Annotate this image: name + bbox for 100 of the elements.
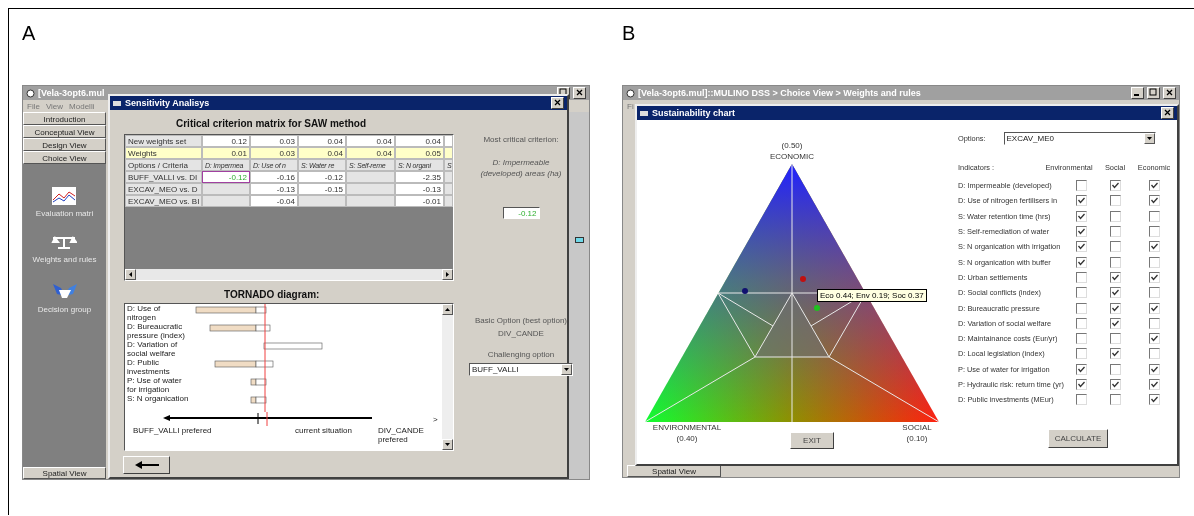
checkbox[interactable] — [1075, 195, 1087, 207]
checkbox[interactable] — [1148, 256, 1160, 268]
caret-icon — [564, 368, 569, 371]
checkbox[interactable] — [1148, 271, 1160, 283]
checkbox[interactable] — [1075, 226, 1087, 238]
tornado-bar — [250, 378, 267, 386]
checkbox[interactable] — [1075, 317, 1087, 329]
checkbox[interactable] — [1109, 379, 1121, 390]
checkbox[interactable] — [1148, 210, 1160, 222]
checkbox[interactable] — [1148, 302, 1160, 314]
checkbox[interactable] — [1148, 226, 1160, 238]
axis-label: BUFF_VALLI prefered — [133, 426, 213, 437]
table-cell: 0.04 — [395, 135, 444, 147]
tool-label[interactable]: Decision group — [37, 305, 92, 314]
axis-label: SOCIAL — [902, 422, 932, 433]
nav-tab[interactable]: Conceptual View — [23, 125, 106, 138]
checkbox[interactable] — [1075, 271, 1087, 283]
checkbox[interactable] — [1148, 287, 1160, 299]
right-arrow-icon[interactable] — [446, 272, 449, 277]
checkbox[interactable] — [1075, 363, 1087, 375]
panel-label: B — [622, 21, 637, 45]
line-chart-icon[interactable] — [51, 186, 78, 206]
criterion-name: D: Impermeable (developed) areas (ha) — [479, 157, 563, 179]
marker-icon — [574, 237, 584, 243]
checkbox[interactable] — [1148, 317, 1160, 329]
checkbox[interactable] — [1075, 180, 1087, 192]
checkbox[interactable] — [1109, 180, 1121, 192]
checkbox[interactable] — [1109, 210, 1121, 222]
checkbox[interactable] — [1148, 241, 1160, 253]
checkbox[interactable] — [1148, 333, 1160, 345]
app-icon — [113, 99, 122, 107]
dialog-title: Sustainability chart — [652, 108, 736, 118]
checkbox[interactable] — [1075, 287, 1087, 299]
arrow-left-icon — [133, 460, 160, 470]
exit-button[interactable]: EXIT — [790, 432, 834, 449]
back-button[interactable] — [123, 456, 170, 474]
balance-scale-icon[interactable] — [51, 234, 78, 252]
checkbox[interactable] — [1075, 210, 1087, 222]
close-icon[interactable] — [1163, 87, 1176, 99]
checkbox[interactable] — [1148, 348, 1160, 360]
nav-tab[interactable]: Spatial View — [23, 467, 106, 479]
tool-label[interactable]: Weights and rules — [32, 255, 97, 264]
caret-icon — [1146, 137, 1152, 140]
checkbox[interactable] — [1109, 348, 1121, 360]
nav-tab[interactable]: Introduction — [23, 112, 106, 125]
checkbox[interactable] — [1075, 333, 1087, 345]
checkbox[interactable] — [1075, 241, 1087, 253]
table-cell: 0.03 — [250, 147, 298, 159]
criterion-label: S: N organication — [127, 394, 190, 405]
down-arrow-icon[interactable] — [445, 443, 450, 446]
table-cell: 0.12 — [202, 135, 250, 147]
table-cell: -2.35 — [395, 171, 444, 183]
section-heading: Critical criterion matrix for SAW method — [176, 118, 368, 129]
checkbox[interactable] — [1109, 271, 1121, 283]
axis-value: (0.10) — [906, 433, 928, 444]
checkbox[interactable] — [1109, 317, 1121, 329]
calculate-button[interactable]: CALCULATE — [1048, 429, 1108, 449]
checkbox[interactable] — [1075, 256, 1087, 268]
checkbox[interactable] — [1109, 195, 1121, 207]
checkbox[interactable] — [1109, 287, 1121, 299]
checkbox[interactable] — [1075, 302, 1087, 314]
axis-value: (0.40) — [676, 433, 698, 444]
checkbox[interactable] — [1075, 379, 1087, 390]
row-header: Options / Criteria — [125, 159, 202, 171]
checkbox[interactable] — [1148, 180, 1160, 192]
maximize-icon[interactable] — [1147, 87, 1160, 99]
row-header: EXCAV_MEO vs. D — [125, 183, 202, 195]
criterion-label: D: Use of nitrogen — [127, 304, 162, 322]
checkbox[interactable] — [1109, 363, 1121, 375]
checkbox[interactable] — [1109, 394, 1121, 406]
left-arrow-icon[interactable] — [129, 272, 132, 277]
dropdown-button[interactable] — [1143, 133, 1155, 144]
dialog-title: Sensitivity Analisys — [125, 98, 210, 108]
checkbox[interactable] — [1109, 302, 1121, 314]
vertical-scrollbar[interactable] — [442, 304, 453, 450]
table-cell: -0.13 — [250, 183, 298, 195]
checkbox[interactable] — [1148, 363, 1160, 375]
checkbox[interactable] — [1075, 348, 1087, 360]
checkbox[interactable] — [1109, 241, 1121, 253]
app-icon — [640, 109, 649, 117]
close-icon[interactable] — [573, 87, 586, 99]
horizontal-scrollbar[interactable] — [125, 269, 453, 280]
checkbox[interactable] — [1148, 379, 1160, 390]
checkbox[interactable] — [1148, 195, 1160, 207]
checkbox[interactable] — [1109, 333, 1121, 345]
minimize-icon[interactable] — [1131, 87, 1144, 99]
checkbox[interactable] — [1148, 394, 1160, 406]
options-dropdown[interactable]: EXCAV_ME0 — [1003, 132, 1156, 145]
checkbox[interactable] — [1075, 394, 1087, 406]
close-icon[interactable] — [551, 97, 564, 109]
nav-tab[interactable]: Design View — [23, 138, 106, 151]
checkbox[interactable] — [1109, 256, 1121, 268]
up-arrow-icon[interactable] — [445, 308, 450, 311]
checkbox[interactable] — [1109, 226, 1121, 238]
dropdown-button[interactable] — [561, 364, 572, 375]
close-icon[interactable] — [1161, 107, 1174, 119]
nav-tab[interactable]: Choice View — [23, 151, 106, 164]
table-cell: -0.16 — [250, 171, 298, 183]
tool-label[interactable]: Evaluation matri — [35, 209, 94, 218]
option-dropdown[interactable]: BUFF_VALLI — [469, 363, 573, 376]
